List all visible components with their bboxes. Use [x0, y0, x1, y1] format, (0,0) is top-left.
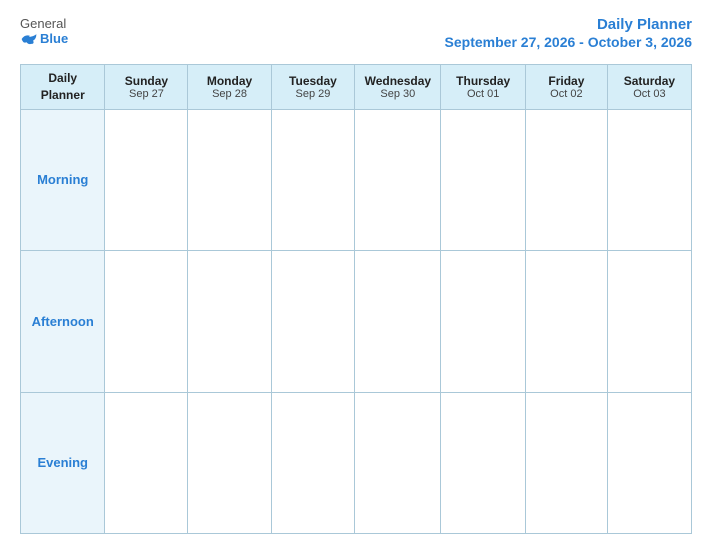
cell-afternoon-thu[interactable] [441, 251, 525, 392]
col-header-monday: Monday Sep 28 [188, 65, 271, 110]
row-morning: Morning [21, 109, 692, 250]
cell-evening-thu[interactable] [441, 392, 525, 533]
label-header-line1: Daily [48, 71, 77, 85]
day-date: Oct 02 [530, 88, 603, 100]
date-range: September 27, 2026 - October 3, 2026 [445, 34, 692, 50]
row-label-evening: Evening [21, 392, 105, 533]
cell-evening-sun[interactable] [105, 392, 188, 533]
day-name: Thursday [445, 74, 520, 88]
label-header-line2: Planner [41, 88, 85, 102]
logo-bird-icon [20, 32, 38, 46]
cell-afternoon-sun[interactable] [105, 251, 188, 392]
row-afternoon: Afternoon [21, 251, 692, 392]
day-date: Sep 27 [109, 88, 183, 100]
day-date: Sep 29 [276, 88, 351, 100]
cell-afternoon-wed[interactable] [355, 251, 441, 392]
col-header-tuesday: Tuesday Sep 29 [271, 65, 355, 110]
row-label-morning: Morning [21, 109, 105, 250]
cell-evening-fri[interactable] [525, 392, 607, 533]
day-name: Monday [192, 74, 266, 88]
cell-morning-thu[interactable] [441, 109, 525, 250]
col-header-sunday: Sunday Sep 27 [105, 65, 188, 110]
day-name: Wednesday [359, 74, 436, 88]
cell-evening-wed[interactable] [355, 392, 441, 533]
day-date: Oct 03 [612, 88, 687, 100]
day-date: Sep 28 [192, 88, 266, 100]
row-evening: Evening [21, 392, 692, 533]
col-header-thursday: Thursday Oct 01 [441, 65, 525, 110]
cell-evening-sat[interactable] [607, 392, 691, 533]
day-date: Sep 30 [359, 88, 436, 100]
cell-evening-tue[interactable] [271, 392, 355, 533]
col-header-saturday: Saturday Oct 03 [607, 65, 691, 110]
cell-afternoon-mon[interactable] [188, 251, 271, 392]
cell-evening-mon[interactable] [188, 392, 271, 533]
planner-title: Daily Planner [597, 16, 692, 33]
cell-morning-sun[interactable] [105, 109, 188, 250]
day-name: Friday [530, 74, 603, 88]
day-date: Oct 01 [445, 88, 520, 100]
day-name: Sunday [109, 74, 183, 88]
page-header: General Blue Daily Planner September 27,… [20, 16, 692, 52]
header-row: Daily Planner Sunday Sep 27 Monday Sep 2… [21, 65, 692, 110]
table-header: Daily Planner Sunday Sep 27 Monday Sep 2… [21, 65, 692, 110]
cell-morning-mon[interactable] [188, 109, 271, 250]
cell-morning-fri[interactable] [525, 109, 607, 250]
table-body: Morning Afternoon Evening [21, 109, 692, 533]
calendar-table: Daily Planner Sunday Sep 27 Monday Sep 2… [20, 64, 692, 534]
cell-morning-wed[interactable] [355, 109, 441, 250]
cell-afternoon-tue[interactable] [271, 251, 355, 392]
row-label-afternoon: Afternoon [21, 251, 105, 392]
day-name: Saturday [612, 74, 687, 88]
col-header-wednesday: Wednesday Sep 30 [355, 65, 441, 110]
cell-morning-sat[interactable] [607, 109, 691, 250]
cell-afternoon-fri[interactable] [525, 251, 607, 392]
cell-morning-tue[interactable] [271, 109, 355, 250]
day-name: Tuesday [276, 74, 351, 88]
title-area: Daily Planner September 27, 2026 - Octob… [445, 16, 692, 52]
label-column-header: Daily Planner [21, 65, 105, 110]
logo-general-text: General [20, 16, 66, 31]
logo: General Blue [20, 16, 68, 46]
cell-afternoon-sat[interactable] [607, 251, 691, 392]
logo-blue-text: Blue [20, 31, 68, 46]
col-header-friday: Friday Oct 02 [525, 65, 607, 110]
